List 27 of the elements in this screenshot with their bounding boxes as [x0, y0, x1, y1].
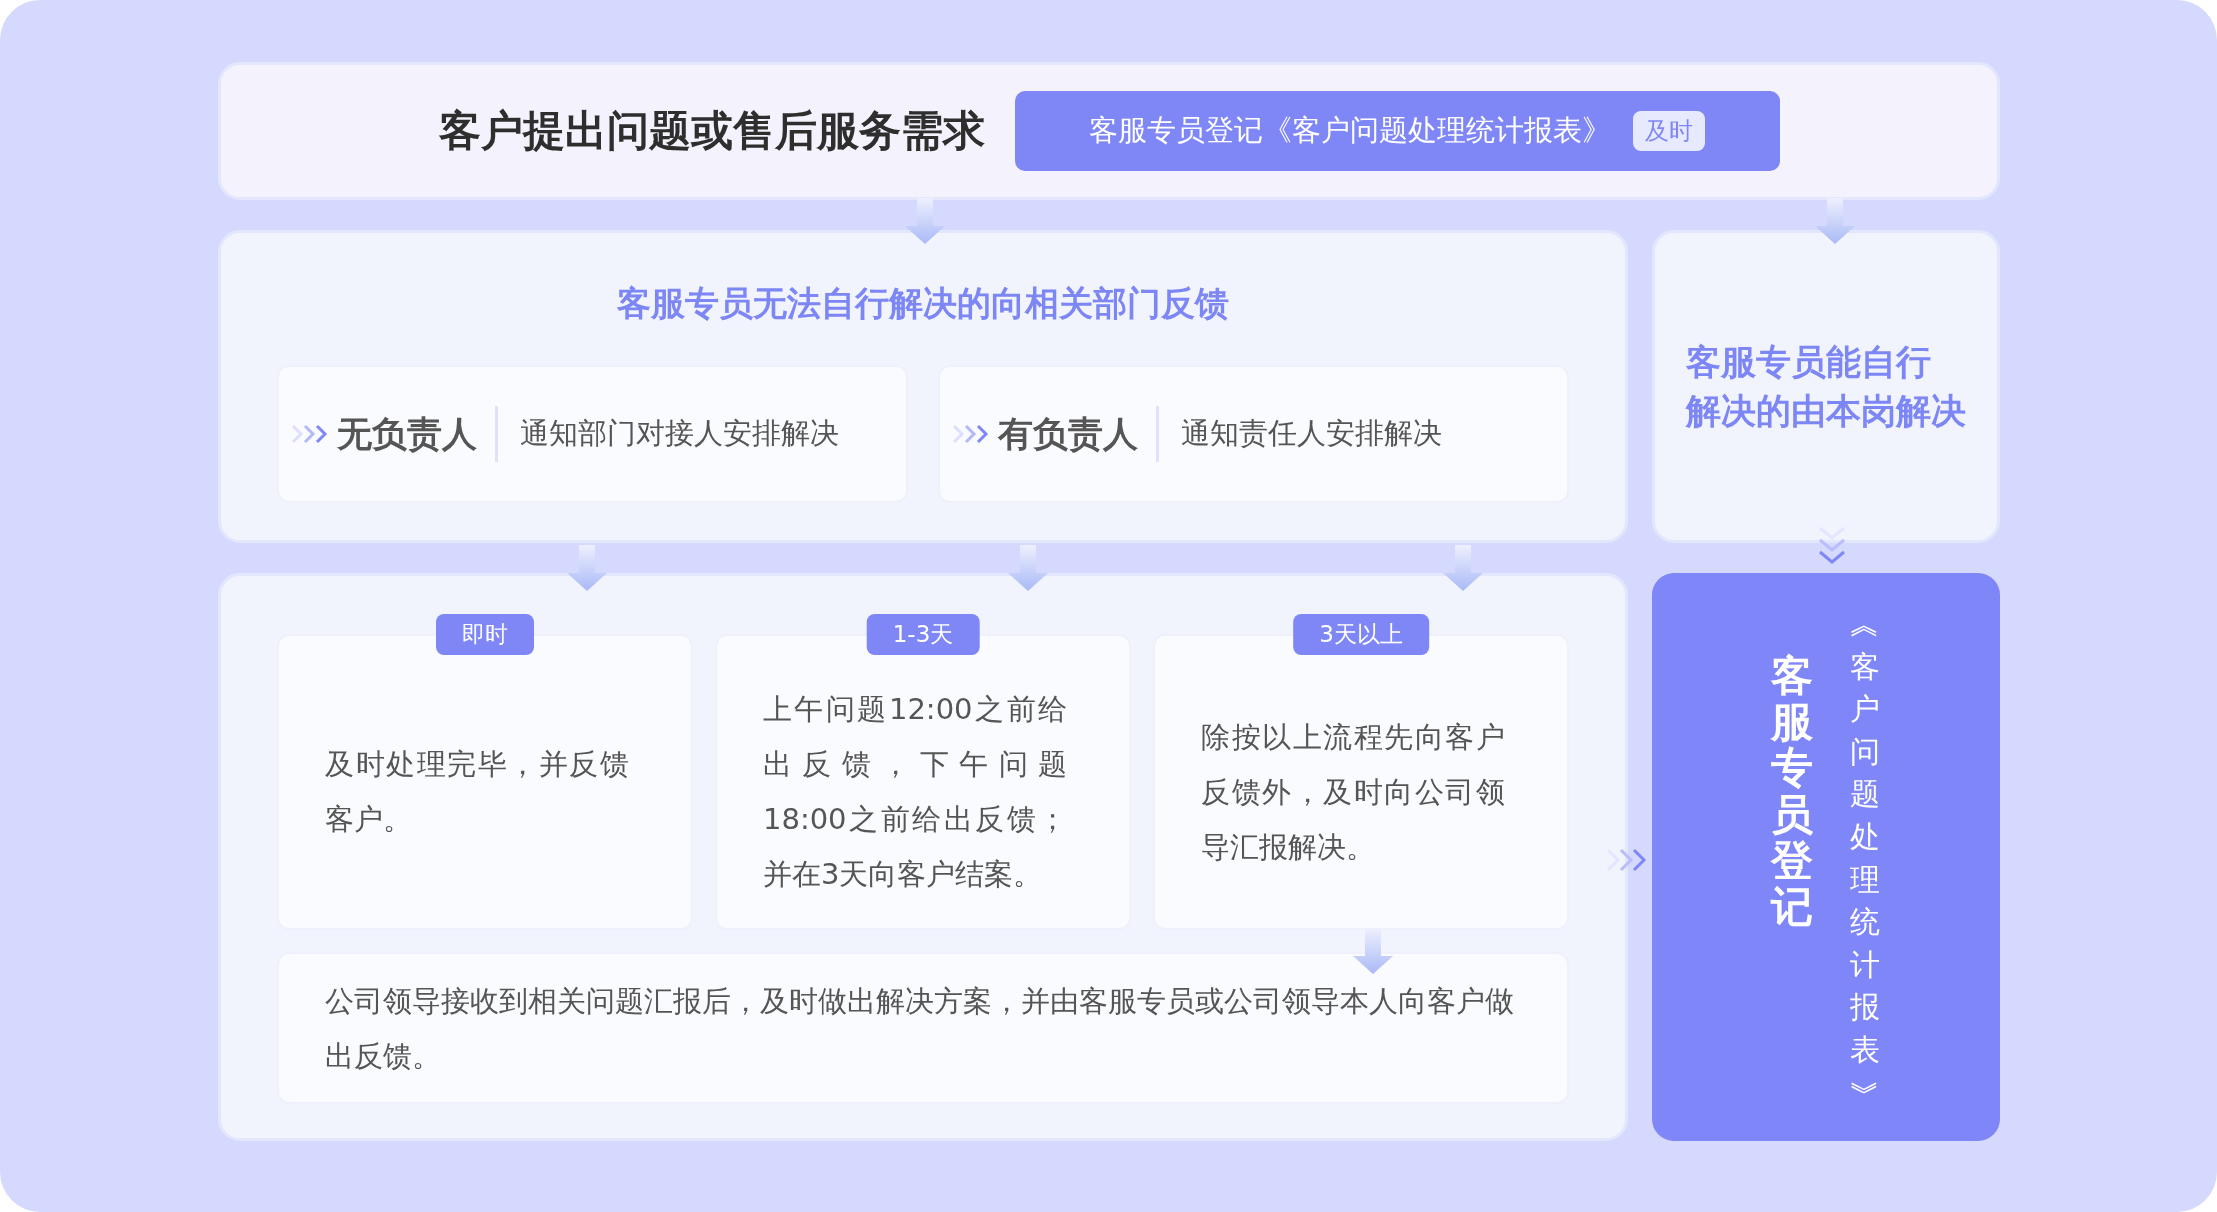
down-arrow-icon [565, 545, 609, 591]
chevrons-icon [952, 423, 990, 445]
timeline-text: 及时处理完毕，并反馈客户。 [325, 746, 629, 838]
leader-feedback-text: 公司领导接收到相关问题汇报后，及时做出解决方案，并由客服专员或公司领导本人向客户做出反馈。 [325, 983, 1515, 1075]
timing-tag: 即时 [436, 614, 534, 655]
option-label: 有负责人 [990, 406, 1159, 462]
option-action: 通知责任人安排解决 [1180, 415, 1442, 452]
down-arrow-icon [1441, 545, 1485, 591]
timing-tag: 3天以上 [1293, 614, 1429, 655]
banner-text: 客服专员登记《客户问题处理统计报表》 [1089, 112, 1611, 149]
register-subtitle: ︽客户问题处理统计报表︾ [1849, 605, 1881, 1112]
down-arrow-icon [1813, 198, 1857, 244]
self-resolve-text: 客服专员能自行 [1686, 340, 1932, 384]
down-arrow-icon [903, 198, 947, 244]
chevrons-icon [291, 423, 329, 445]
register-title: 客服专员登记 [1771, 653, 1814, 933]
escalation-title: 客服专员无法自行解决的向相关部门反馈 [616, 282, 1230, 325]
timeline-text: 除按以上流程先向客户反馈外，及时向公司领导汇报解决。 [1201, 718, 1505, 866]
option-label: 无负责人 [329, 406, 498, 462]
down-arrow-icon [1351, 928, 1395, 974]
down-arrow-icon [1006, 545, 1050, 591]
header-title: 客户提出问题或售后服务需求 [438, 105, 985, 157]
timeline-text: 上午问题12:00之前给出反馈，下午问题18:00之前给出反馈；并在3天向客户结案。 [763, 691, 1067, 893]
self-resolve-text: 解决的由本岗解决 [1686, 389, 1966, 433]
timing-tag: 及时 [1633, 111, 1705, 151]
timing-tag: 1-3天 [866, 614, 980, 655]
option-action: 通知部门对接人安排解决 [519, 415, 839, 452]
